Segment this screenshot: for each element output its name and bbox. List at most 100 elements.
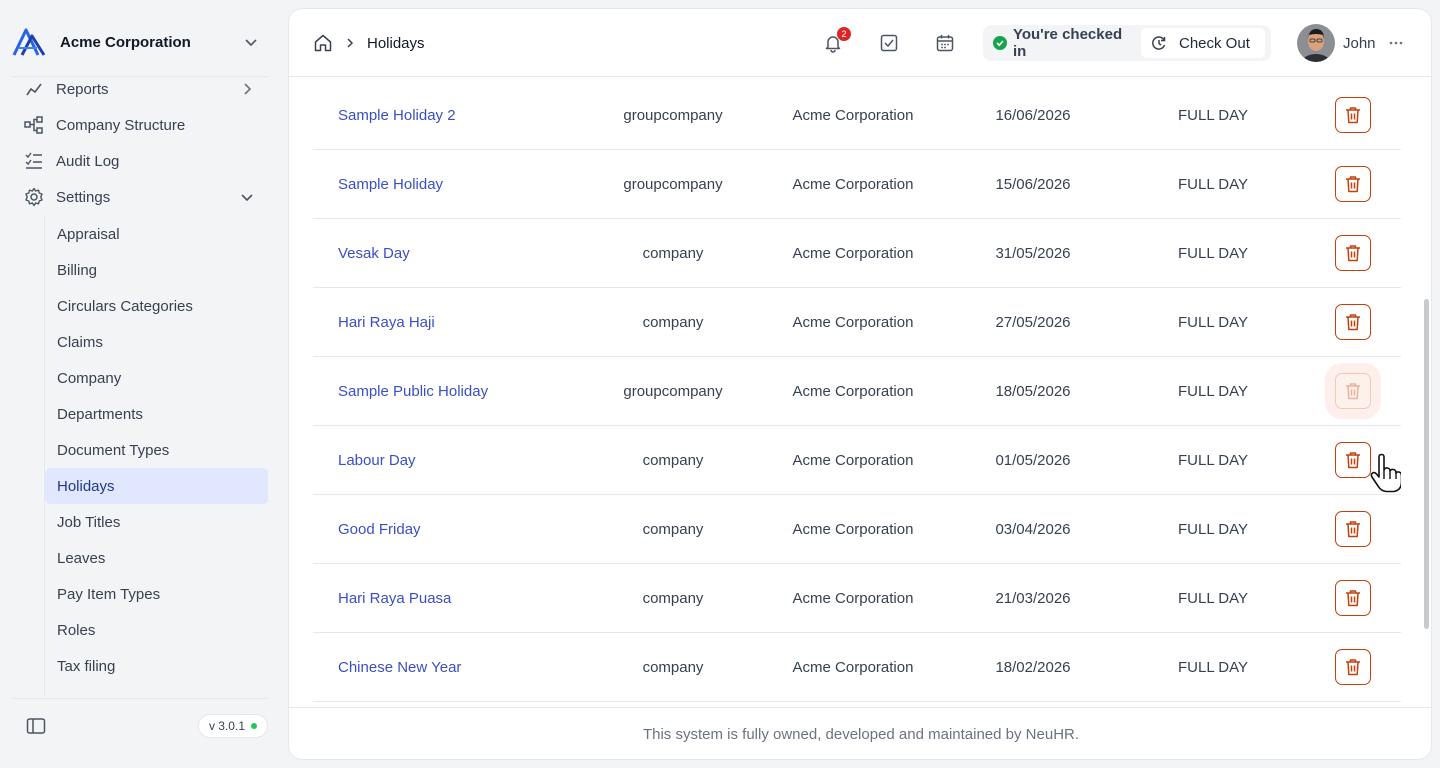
- topbar: Holidays 2 You're checked in Check Out J…: [289, 9, 1431, 77]
- delete-button[interactable]: [1335, 580, 1371, 616]
- holiday-company: Acme Corporation: [792, 175, 914, 193]
- holidays-table: Sample Holiday 2 groupcompany Acme Corpo…: [313, 77, 1401, 707]
- sidebar-item-holidays[interactable]: Holidays: [45, 468, 268, 504]
- row-actions: [1335, 357, 1371, 425]
- delete-button[interactable]: [1335, 97, 1371, 133]
- holiday-duration: FULL DAY: [1177, 313, 1249, 331]
- holiday-name-link[interactable]: Sample Holiday 2: [338, 81, 598, 149]
- sidebar-item-departments[interactable]: Departments: [45, 396, 268, 432]
- user-menu[interactable]: John: [1297, 23, 1404, 63]
- list-check-icon: [24, 151, 44, 171]
- holiday-name-link[interactable]: Labour Day: [338, 426, 598, 494]
- divider: [12, 76, 268, 77]
- attendance-status: You're checked in Check Out: [983, 25, 1271, 61]
- holiday-name-link[interactable]: Good Friday: [338, 495, 598, 563]
- trash-icon: [1346, 176, 1360, 193]
- holiday-type: company: [642, 313, 704, 331]
- row-actions: [1335, 495, 1371, 563]
- holiday-type: company: [642, 658, 704, 676]
- sidebar-item-job-titles[interactable]: Job Titles: [45, 504, 268, 540]
- holiday-duration: FULL DAY: [1177, 451, 1249, 469]
- more-horizontal-icon[interactable]: [1388, 35, 1404, 51]
- holiday-duration: FULL DAY: [1177, 382, 1249, 400]
- sidebar-item-label: Company Structure: [56, 116, 186, 134]
- holiday-name-link[interactable]: Hari Raya Puasa: [338, 564, 598, 632]
- delete-button[interactable]: [1335, 442, 1371, 478]
- holiday-company: Acme Corporation: [792, 106, 914, 124]
- sidebar-item-billing[interactable]: Billing: [45, 252, 268, 288]
- holiday-company: Acme Corporation: [792, 313, 914, 331]
- delete-button[interactable]: [1335, 166, 1371, 202]
- gear-icon: [24, 187, 44, 207]
- delete-button[interactable]: [1335, 373, 1371, 409]
- chart-icon: [24, 79, 44, 99]
- holiday-name-link[interactable]: Vesak Day: [338, 219, 598, 287]
- holiday-date: 18/02/2026: [995, 658, 1071, 676]
- sidebar-item-company[interactable]: Company: [45, 360, 268, 396]
- sidebar-item-reports[interactable]: Reports: [12, 78, 268, 107]
- check-out-button[interactable]: Check Out: [1141, 28, 1265, 58]
- sidebar-toggle-icon[interactable]: [24, 714, 48, 738]
- holiday-duration: FULL DAY: [1177, 244, 1249, 262]
- sidebar-item-tax-filing[interactable]: Tax filing: [45, 648, 268, 684]
- row-actions: [1335, 150, 1371, 218]
- holiday-date: 16/06/2026: [995, 106, 1071, 124]
- scrollbar[interactable]: [1424, 299, 1429, 629]
- sidebar-item-document-types[interactable]: Document Types: [45, 432, 268, 468]
- sidebar-item-circulars-categories[interactable]: Circulars Categories: [45, 288, 268, 324]
- holiday-duration: FULL DAY: [1177, 520, 1249, 538]
- holiday-type: company: [642, 589, 704, 607]
- row-actions: [1335, 564, 1371, 632]
- sidebar-nav: Reports Company Structure Audit Log Sett…: [12, 78, 268, 698]
- table-row: Sample Public Holiday groupcompany Acme …: [313, 357, 1401, 426]
- tasks-button[interactable]: [877, 31, 901, 55]
- table-row: Hari Raya Haji company Acme Corporation …: [313, 288, 1401, 357]
- sidebar-item-settings[interactable]: Settings: [12, 179, 268, 215]
- sidebar-item-claims[interactable]: Claims: [45, 324, 268, 360]
- table-row: Chinese New Year company Acme Corporatio…: [313, 633, 1401, 702]
- holiday-name-link[interactable]: Sample Public Holiday: [338, 357, 598, 425]
- holiday-date: 03/04/2026: [995, 520, 1071, 538]
- avatar: [1297, 24, 1335, 62]
- holiday-duration: FULL DAY: [1177, 658, 1249, 676]
- status-dot: [251, 723, 257, 729]
- sidebar-item-company-structure[interactable]: Company Structure: [12, 107, 268, 143]
- sidebar-item-audit-log[interactable]: Audit Log: [12, 143, 268, 179]
- home-icon[interactable]: [313, 33, 333, 53]
- delete-button[interactable]: [1335, 235, 1371, 271]
- holiday-type: company: [642, 244, 704, 262]
- holiday-type: groupcompany: [623, 106, 723, 124]
- chevron-right-icon: [347, 38, 354, 48]
- sidebar-item-pay-item-types[interactable]: Pay Item Types: [45, 576, 268, 612]
- user-name: John: [1343, 34, 1376, 52]
- notifications-button[interactable]: 2: [821, 27, 851, 55]
- holiday-name-link[interactable]: Chinese New Year: [338, 633, 598, 701]
- trash-icon: [1346, 314, 1360, 331]
- delete-button[interactable]: [1335, 511, 1371, 547]
- holiday-date: 01/05/2026: [995, 451, 1071, 469]
- org-name: Acme Corporation: [60, 33, 191, 51]
- sidebar: Acme Corporation Reports Company Structu…: [0, 0, 280, 768]
- hand-pointer-icon: [1370, 453, 1401, 493]
- sidebar-item-roles[interactable]: Roles: [45, 612, 268, 648]
- main-panel: Holidays 2 You're checked in Check Out J…: [288, 8, 1432, 760]
- holiday-company: Acme Corporation: [792, 451, 914, 469]
- delete-button[interactable]: [1335, 304, 1371, 340]
- holiday-name-link[interactable]: Sample Holiday: [338, 150, 598, 218]
- row-actions: [1335, 633, 1371, 701]
- hierarchy-icon: [24, 115, 44, 135]
- holiday-date: 21/03/2026: [995, 589, 1071, 607]
- chevron-down-icon: [245, 39, 257, 47]
- holiday-company: Acme Corporation: [792, 520, 914, 538]
- checked-in-label: You're checked in: [1012, 26, 1123, 60]
- row-actions: [1335, 219, 1371, 287]
- delete-button[interactable]: [1335, 649, 1371, 685]
- sidebar-item-leaves[interactable]: Leaves: [45, 540, 268, 576]
- row-actions: [1335, 81, 1371, 149]
- holiday-name-link[interactable]: Hari Raya Haji: [338, 288, 598, 356]
- checkbox-icon: [880, 34, 898, 52]
- calendar-button[interactable]: [933, 31, 957, 55]
- org-switcher[interactable]: Acme Corporation: [12, 22, 268, 62]
- trash-icon: [1346, 383, 1360, 400]
- sidebar-item-appraisal[interactable]: Appraisal: [45, 216, 268, 252]
